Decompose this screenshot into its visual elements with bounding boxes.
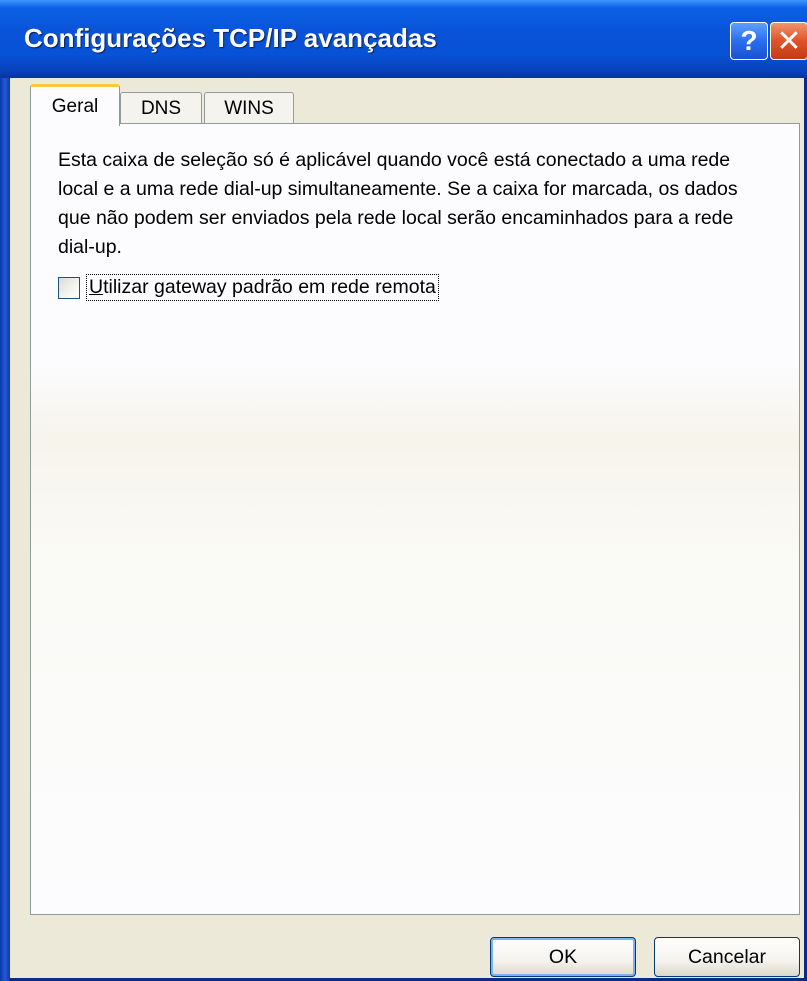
use-remote-gateway-checkbox[interactable] xyxy=(58,276,80,299)
title-bar[interactable]: Configurações TCP/IP avançadas ? ✕ xyxy=(0,0,807,78)
ok-button[interactable]: OK xyxy=(490,937,636,977)
help-icon: ? xyxy=(740,25,758,56)
tab-dns[interactable]: DNS xyxy=(120,92,202,124)
tab-label: DNS xyxy=(140,97,182,119)
tab-geral[interactable]: Geral xyxy=(30,84,120,126)
checkbox-label-rest: tilizar gateway padrão em rede remota xyxy=(103,276,436,298)
close-icon: ✕ xyxy=(776,24,802,58)
tab-panel-geral: Esta caixa de seleção só é aplicável qua… xyxy=(30,123,800,915)
ok-label: OK xyxy=(548,945,578,968)
tab-wins[interactable]: WINS xyxy=(204,92,294,124)
help-button[interactable]: ? xyxy=(730,22,768,60)
accelerator-key: U xyxy=(89,276,104,298)
dialog-body: Geral DNS WINS Esta caixa de seleção só … xyxy=(10,78,804,978)
window-title: Configurações TCP/IP avançadas xyxy=(24,23,437,53)
cancel-label: Cancelar xyxy=(687,945,767,968)
cancel-button[interactable]: Cancelar xyxy=(654,937,800,977)
tab-label: WINS xyxy=(224,97,274,119)
description-text: Esta caixa de seleção só é aplicável qua… xyxy=(58,149,738,258)
gateway-option[interactable]: Utilizar gateway padrão em rede remota xyxy=(58,274,439,301)
checkbox-label[interactable]: Utilizar gateway padrão em rede remota xyxy=(86,274,439,301)
tab-label: Geral xyxy=(51,95,99,117)
close-button[interactable]: ✕ xyxy=(770,22,807,60)
window-frame-left xyxy=(0,0,10,981)
